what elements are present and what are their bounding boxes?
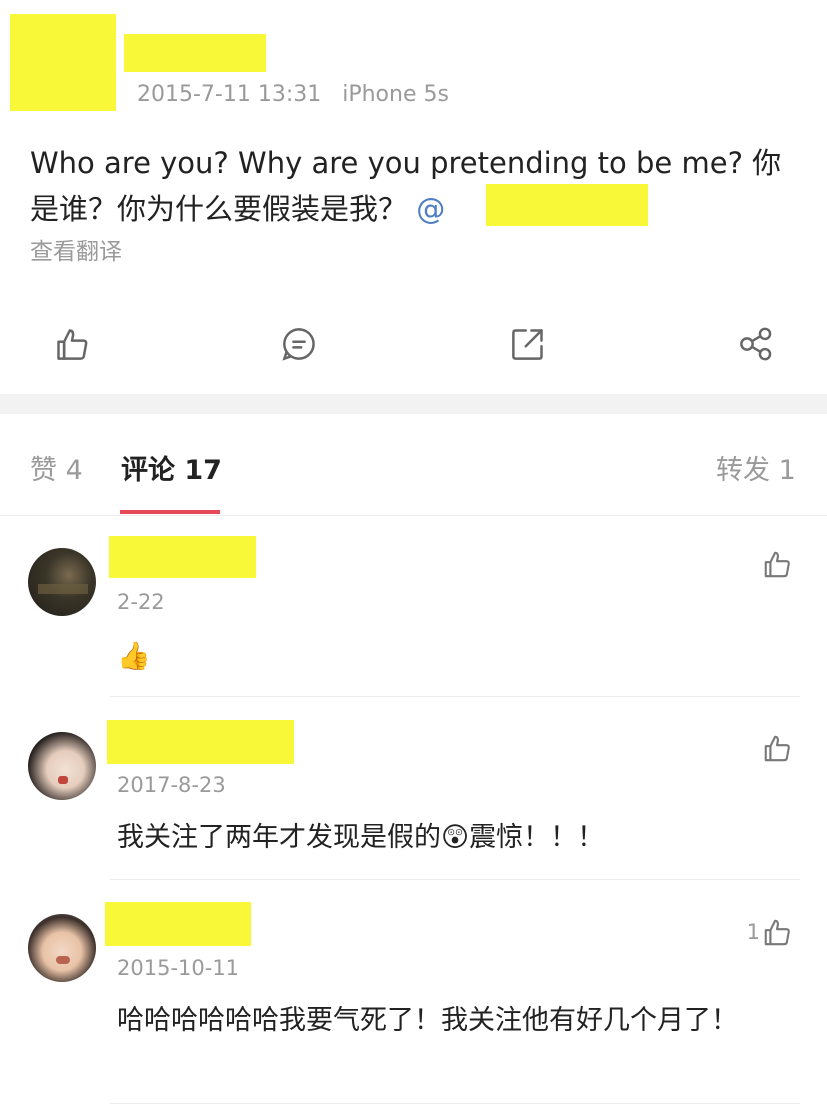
post-text: Who are you? Why are you pretending to b… bbox=[30, 140, 800, 232]
thumbs-up-icon bbox=[764, 735, 790, 762]
comment-divider bbox=[110, 879, 800, 880]
post-meta: 2015-7-11 13:31 iPhone 5s bbox=[137, 82, 449, 107]
commenter-avatar[interactable] bbox=[28, 732, 96, 800]
comment-divider bbox=[110, 1103, 800, 1104]
share-icon bbox=[740, 327, 772, 361]
comment-text: 👍 bbox=[117, 641, 151, 672]
commenter-name-redacted[interactable] bbox=[105, 902, 251, 946]
tab-comments[interactable]: 评论 17 bbox=[121, 448, 222, 487]
commenter-name-redacted[interactable] bbox=[107, 720, 294, 764]
tab-likes[interactable]: 赞 4 bbox=[30, 448, 83, 487]
comment-divider bbox=[110, 696, 800, 697]
comment-button[interactable] bbox=[277, 322, 321, 366]
mention-at-sign[interactable]: @ bbox=[416, 192, 445, 226]
comment-icon bbox=[282, 328, 315, 361]
comment-date: 2015-10-11 bbox=[117, 956, 240, 980]
mention-link[interactable]: @ bbox=[407, 192, 445, 226]
commenter-name-redacted[interactable] bbox=[109, 536, 256, 578]
tab-reposts[interactable]: 转发 1 bbox=[716, 448, 796, 487]
post-author-avatar-redacted[interactable] bbox=[10, 14, 116, 111]
share-button[interactable] bbox=[734, 322, 778, 366]
active-tab-indicator bbox=[120, 510, 220, 514]
comment-like-button[interactable]: 1 bbox=[740, 914, 792, 950]
post-text-content: Who are you? Why are you pretending to b… bbox=[30, 146, 782, 226]
thumbs-up-icon bbox=[764, 551, 790, 578]
comment-text: 哈哈哈哈哈哈我要气死了！我关注他有好几个月了！ bbox=[117, 1005, 738, 1036]
commenter-avatar[interactable] bbox=[28, 914, 96, 982]
repost-button[interactable] bbox=[506, 322, 550, 366]
repost-icon bbox=[512, 329, 543, 360]
section-separator bbox=[0, 394, 827, 414]
comment-date: 2-22 bbox=[117, 590, 165, 614]
thumbs-up-icon bbox=[57, 329, 88, 360]
mention-name-redacted[interactable] bbox=[486, 184, 648, 226]
comment-text: 我关注了两年才发现是假的😲震惊！！！ bbox=[117, 822, 605, 853]
comment-date: 2017-8-23 bbox=[117, 773, 226, 797]
like-button[interactable] bbox=[50, 322, 94, 366]
tabs-divider bbox=[0, 515, 827, 516]
comment-like-button[interactable] bbox=[740, 546, 792, 582]
post-author-name-redacted[interactable] bbox=[124, 34, 266, 72]
translate-link[interactable]: 查看翻译 bbox=[30, 232, 122, 266]
comment-like-button[interactable] bbox=[740, 730, 792, 766]
thumbs-up-icon bbox=[764, 919, 790, 946]
comment-like-count: 1 bbox=[746, 920, 760, 944]
commenter-avatar[interactable] bbox=[28, 548, 96, 616]
